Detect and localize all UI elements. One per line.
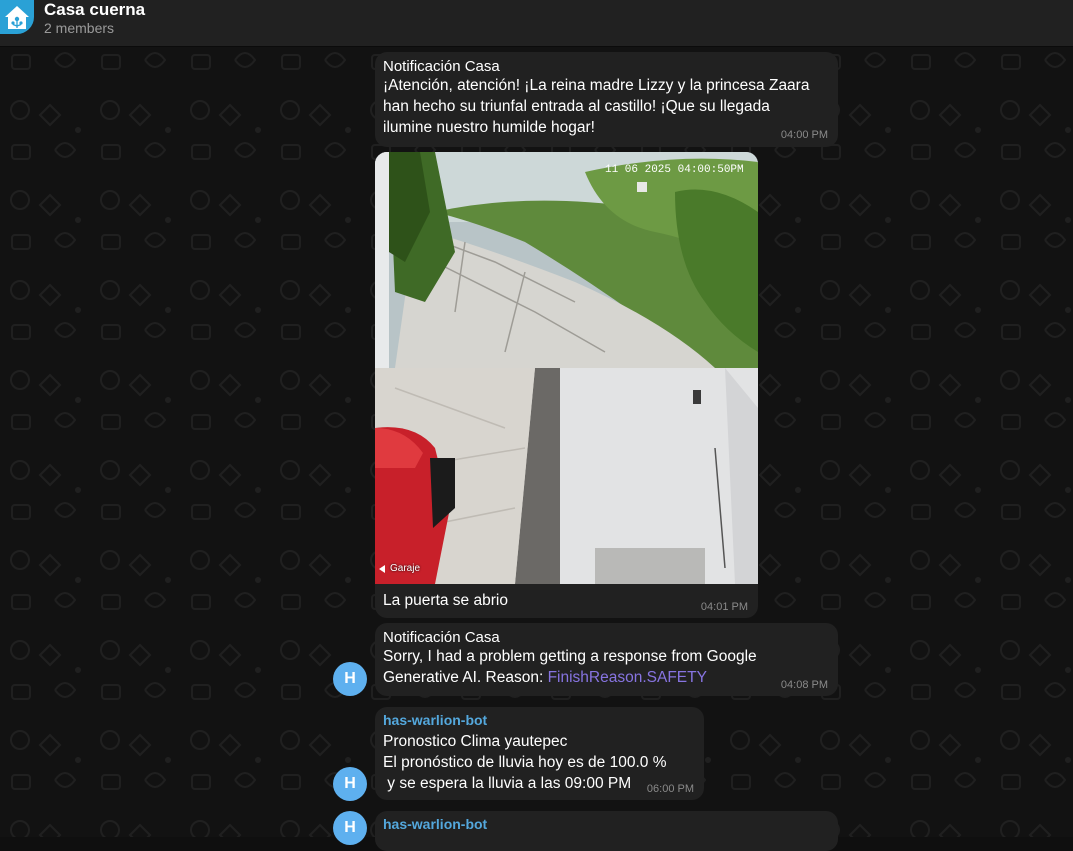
camera-label-text: Garaje [390,563,421,574]
message-time: 06:00 PM [646,783,694,795]
message-sender: Notificación Casa [383,629,500,646]
message-text: Sorry, I had a problem getting a respons… [383,646,823,688]
chat-header[interactable]: Casa cuerna 2 members [0,0,1073,47]
message-sender: Notificación Casa [383,58,500,75]
sender-avatar[interactable]: H [333,662,367,696]
camera-timestamp: 11 06 2025 04:00:50PM [605,164,744,176]
bot-name[interactable]: has-warlion-bot [383,816,830,832]
sender-avatar[interactable]: H [333,811,367,845]
play-icon [379,564,385,573]
message-bubble[interactable]: Notificación Casa Sorry, I had a problem… [375,623,838,696]
message-line: El pronóstico de lluvia hoy es de 100.0 … [383,754,667,771]
chat-title[interactable]: Casa cuerna [44,0,145,20]
camera-photo[interactable]: 11 06 2025 04:00:50PM Garaje [375,152,758,584]
camera-view-garage [375,368,758,584]
message-text: ¡Atención, atención! ¡La reina madre Liz… [383,77,810,136]
message-time: 04:01 PM [700,601,748,613]
photo-caption-bubble[interactable]: La puerta se abrio 04:01 PM [375,584,758,618]
bot-name[interactable]: has-warlion-bot [383,712,696,728]
message-time: 04:08 PM [780,679,828,691]
message-bubble[interactable]: Notificación Casa ¡Atención, atención! ¡… [375,52,838,147]
home-assistant-icon [5,6,29,29]
camera-label: Garaje [379,563,420,574]
camera-view-driveway: 11 06 2025 04:00:50PM [375,152,758,368]
photo-caption: La puerta se abrio [383,592,508,609]
sender-avatar[interactable]: H [333,767,367,801]
group-avatar[interactable] [0,0,34,34]
message-bubble[interactable]: has-warlion-bot Pronostico Clima yautepe… [375,707,704,800]
message-line: Pronostico Clima yautepec [383,733,568,750]
chat-members-count: 2 members [44,20,115,36]
finish-reason-link[interactable]: FinishReason.SAFETY [548,669,707,686]
message-bubble[interactable]: has-warlion-bot [375,811,838,851]
message-time: 04:00 PM [780,129,828,141]
